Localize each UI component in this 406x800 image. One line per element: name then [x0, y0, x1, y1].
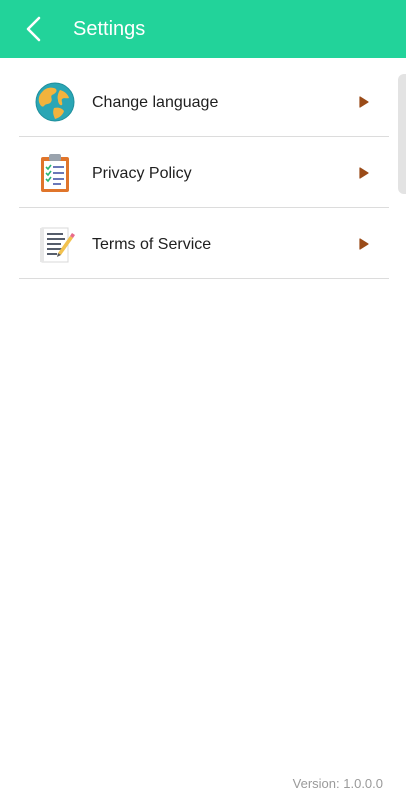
settings-item-change-language[interactable]: Change language	[19, 66, 389, 137]
page-title: Settings	[73, 18, 146, 40]
settings-screen: Settings Change language Privacy Policy …	[0, 0, 406, 800]
document-pencil-icon	[40, 227, 75, 263]
back-button[interactable]	[20, 13, 50, 45]
chevron-left-icon	[26, 16, 41, 42]
settings-item-label: Terms of Service	[92, 236, 212, 253]
play-arrow-icon	[359, 167, 369, 179]
settings-list: Change language Privacy Policy Terms of …	[19, 66, 389, 279]
globe-icon	[35, 82, 75, 122]
scrollbar[interactable]	[398, 74, 406, 194]
play-arrow-icon	[359, 238, 369, 250]
play-arrow-icon	[359, 96, 369, 108]
settings-item-label: Change language	[92, 94, 219, 111]
settings-item-privacy-policy[interactable]: Privacy Policy	[19, 137, 389, 208]
settings-item-terms-of-service[interactable]: Terms of Service	[19, 208, 389, 279]
version-text: Version: 1.0.0.0	[292, 776, 383, 791]
settings-item-label: Privacy Policy	[92, 165, 192, 182]
app-bar: Settings	[0, 0, 406, 58]
clipboard-checklist-icon	[41, 154, 69, 192]
